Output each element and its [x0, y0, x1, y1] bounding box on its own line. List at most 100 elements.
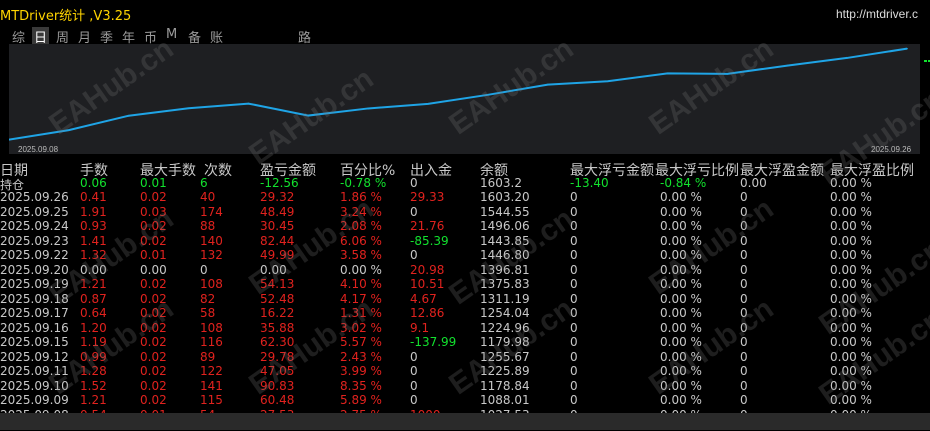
- row-flow: 21.76: [410, 219, 445, 233]
- row-count: 89: [200, 349, 216, 364]
- row-lots: 0.93: [80, 219, 107, 233]
- row-pnl: 30.45: [260, 219, 295, 233]
- row-mfl: 0: [570, 378, 578, 393]
- row-count: 132: [200, 248, 223, 262]
- row-balance: 1603.20: [480, 190, 530, 204]
- row-date: 2025.09.12: [0, 349, 69, 364]
- equity-point: [786, 64, 789, 67]
- row-mflp: 0.00 %: [660, 320, 702, 335]
- row-mfl: 0: [570, 393, 578, 407]
- row-mflp: 0.00 %: [660, 190, 702, 204]
- row-lots: 1.91: [80, 204, 107, 219]
- holding-count: 6: [200, 176, 208, 190]
- website-url[interactable]: http://mtdriver.c: [836, 7, 918, 21]
- row-mfl: 0: [570, 190, 578, 204]
- row-pct: 2.43 %: [340, 349, 382, 364]
- equity-point: [666, 72, 669, 75]
- row-count: 82: [200, 291, 216, 306]
- row-max-lots: 0.02: [140, 349, 167, 364]
- row-pct: 5.89 %: [340, 393, 382, 407]
- row-mfpp: 0.00 %: [830, 233, 872, 248]
- row-flow: 29.33: [410, 190, 445, 204]
- row-flow: 9.1: [410, 320, 430, 335]
- row-pnl: 35.88: [260, 320, 295, 335]
- chart-start-date: 2025.09.08: [18, 145, 59, 154]
- row-flow: 0: [410, 378, 418, 393]
- holding-max-lots: 0.01: [140, 176, 167, 190]
- row-lots: 1.21: [80, 393, 107, 407]
- equity-point: [906, 47, 908, 50]
- row-pct: 8.35 %: [340, 378, 382, 393]
- row-flow: 0: [410, 364, 418, 378]
- row-balance: 1544.55: [480, 204, 530, 219]
- row-mfp: 0: [740, 378, 748, 393]
- row-mfl: 0: [570, 277, 578, 291]
- row-date: 2025.09.17: [0, 306, 69, 320]
- row-max-lots: 0.00: [140, 262, 167, 277]
- row-balance: 1088.01: [480, 393, 530, 407]
- holding-balance: 1603.2: [480, 176, 522, 190]
- equity-point: [187, 107, 190, 110]
- row-count: 141: [200, 378, 223, 393]
- holding-mflp: -0.84 %: [660, 176, 707, 190]
- row-mflp: 0.00 %: [660, 306, 702, 320]
- equity-point: [367, 107, 370, 110]
- row-max-lots: 0.02: [140, 364, 167, 378]
- row-flow: 20.98: [410, 262, 445, 277]
- row-mfp: 0: [740, 248, 748, 262]
- row-count: 122: [200, 364, 223, 378]
- row-count: 88: [200, 219, 216, 233]
- holding-pnl: -12.56: [260, 176, 299, 190]
- equity-point: [127, 114, 130, 117]
- row-mfpp: 0.00 %: [830, 219, 872, 233]
- total-bar-bg: [0, 413, 930, 430]
- row-date: 2025.09.26: [0, 190, 69, 204]
- equity-point: [846, 57, 848, 59]
- row-mfp: 0: [740, 364, 748, 378]
- equity-point: [606, 80, 609, 83]
- holding-flow: 0: [410, 176, 418, 190]
- row-count: 116: [200, 335, 223, 349]
- row-flow: -85.39: [410, 233, 449, 248]
- row-mfl: 0: [570, 262, 578, 277]
- row-pct: 4.10 %: [340, 277, 382, 291]
- row-mfpp: 0.00 %: [830, 190, 872, 204]
- row-date: 2025.09.15: [0, 335, 69, 349]
- scale-marker: [924, 60, 930, 64]
- app-title: MTDriver统计 ,V3.25: [0, 9, 132, 24]
- row-date: 2025.09.16: [0, 320, 69, 335]
- row-mfp: 0: [740, 277, 748, 291]
- holding-mfp: 0.00: [740, 176, 767, 190]
- holding-mfl: -13.40: [570, 176, 609, 190]
- holding-lots: 0.06: [80, 176, 107, 190]
- row-flow: 12.86: [410, 306, 445, 320]
- row-pct: 3.99 %: [340, 364, 382, 378]
- equity-point: [427, 103, 429, 105]
- holding-row: 持仓 0.06 0.01 6 -12.56 -0.78 % 0 1603.2 -13.40 -0.…: [0, 176, 930, 192]
- table-row: 2025.09.26 0.41 0.02 40 29.32 1.86 % 29.33 1603…: [0, 190, 930, 204]
- row-mfp: 0: [740, 349, 748, 364]
- row-flow: 0: [410, 204, 418, 219]
- row-flow: 0: [410, 349, 418, 364]
- row-flow: 0: [410, 393, 418, 407]
- row-count: 174: [200, 204, 223, 219]
- row-pnl: 29.32: [260, 190, 295, 204]
- holding-pct: -0.78 %: [340, 176, 387, 190]
- row-flow: 10.51: [410, 277, 445, 291]
- row-lots: 0.64: [80, 306, 107, 320]
- row-count: 108: [200, 277, 223, 291]
- row-max-lots: 0.02: [140, 393, 167, 407]
- row-date: 2025.09.24: [0, 219, 69, 233]
- row-mfl: 0: [570, 349, 578, 364]
- row-mfpp: 0.00 %: [830, 248, 872, 262]
- row-flow: 0: [410, 248, 418, 262]
- row-mfp: 0: [740, 262, 748, 277]
- row-max-lots: 0.02: [140, 277, 167, 291]
- row-count: 58: [200, 306, 216, 320]
- row-mfpp: 0.00 %: [830, 262, 872, 277]
- row-lots: 0.41: [80, 190, 107, 204]
- row-mfl: 0: [570, 291, 578, 306]
- row-mfl: 0: [570, 248, 578, 262]
- row-pnl: 16.22: [260, 306, 295, 320]
- table-header: 日期 手数 最大手数 次数 盈亏金额 百分比% 出入金 余额 最大浮亏金额 最大浮亏比例 最大浮盈金…: [0, 160, 930, 179]
